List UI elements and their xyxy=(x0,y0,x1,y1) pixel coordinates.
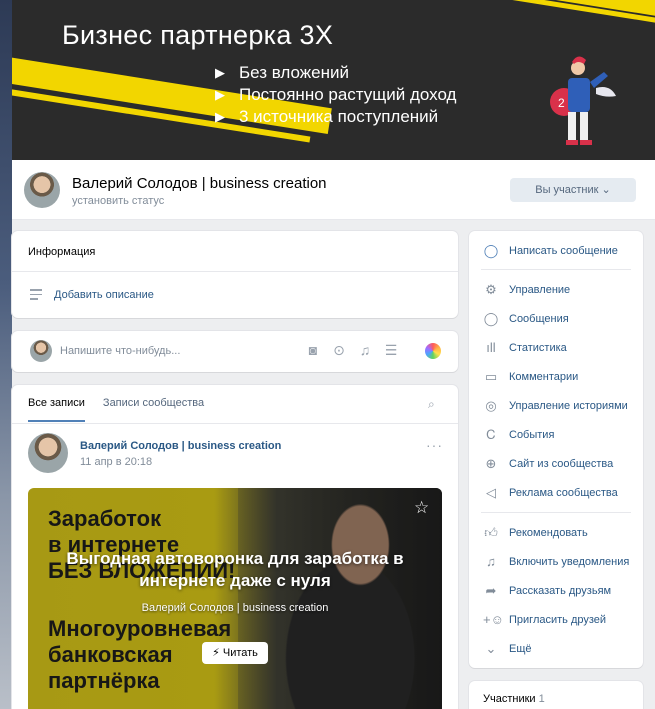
action-label: Реклама сообщества xyxy=(509,487,618,499)
message-icon: ◯ xyxy=(483,311,499,326)
svg-text:2: 2 xyxy=(558,96,565,110)
action-events[interactable]: Ꮯ События xyxy=(483,427,554,443)
action-ads[interactable]: ◁ Реклама сообщества xyxy=(483,485,618,501)
article-preview[interactable]: Заработок в интернете БЕЗ ВЛОЖЕНИЙ! Мног… xyxy=(28,488,442,709)
megaphone-icon: ◁ xyxy=(486,485,496,500)
members-label: Участники xyxy=(483,693,536,705)
composer-tools: ◙ ⊙ ♫ ☰ xyxy=(304,342,400,359)
write-message-link[interactable]: ◯ Написать сообщение xyxy=(483,243,618,259)
action-statistics[interactable]: ıll Статистика xyxy=(483,340,567,355)
more-options-icon[interactable]: ··· xyxy=(426,437,443,453)
action-label: Написать сообщение xyxy=(509,245,618,257)
user-avatar xyxy=(30,340,52,362)
community-header: Валерий Солодов | business creation уста… xyxy=(12,160,655,220)
wall-tabs: Все записи Записи сообщества xyxy=(28,397,204,422)
action-comments[interactable]: ▭ Комментарии xyxy=(483,369,578,385)
stories-icon: ◎ xyxy=(485,398,497,413)
chat-bubble-icon: ◯ xyxy=(483,243,499,258)
action-label: Комментарии xyxy=(509,371,579,383)
description-icon xyxy=(30,289,42,303)
action-share[interactable]: ➦ Рассказать друзьям xyxy=(483,583,612,599)
community-avatar[interactable] xyxy=(24,172,60,208)
action-invite[interactable]: +☺ Пригласить друзей xyxy=(483,612,606,627)
actions-sidebar: ◯ Написать сообщение ⚙ Управление ◯ Сообще… xyxy=(469,231,643,668)
read-article-button[interactable]: ⚡ Читать xyxy=(202,642,268,664)
post-author-link[interactable]: Валерий Солодов | business creation xyxy=(80,440,281,452)
tab-all-posts[interactable]: Все записи xyxy=(28,397,85,422)
divider xyxy=(481,269,631,270)
action-recommend[interactable]: 👍︎ Рекомендовать xyxy=(483,525,588,541)
text-icon[interactable]: ☰ xyxy=(382,342,400,359)
video-icon[interactable]: ⊙ xyxy=(330,342,348,359)
action-label: Управление историями xyxy=(509,400,628,412)
action-label: Статистика xyxy=(509,341,567,354)
members-card[interactable]: Участники 1 xyxy=(469,681,643,709)
action-stories[interactable]: ◎ Управление историями xyxy=(483,398,628,414)
post-input[interactable]: Напишите что-нибудь... xyxy=(60,345,180,357)
action-label: Рекомендовать xyxy=(509,527,588,539)
divider xyxy=(12,423,458,424)
action-label: Пригласить друзей xyxy=(509,613,607,626)
article-source: Валерий Солодов | business creation xyxy=(141,602,329,614)
add-description-link[interactable]: Добавить описание xyxy=(54,289,154,301)
action-label: Сайт из сообщества xyxy=(509,458,614,470)
post-composer: Напишите что-нибудь... ◙ ⊙ ♫ ☰ xyxy=(12,331,458,372)
members-heading: Участники 1 xyxy=(483,693,545,705)
chevron-down-icon: ⌄ xyxy=(485,641,497,656)
cover-bullet: Без вложений xyxy=(215,62,456,84)
members-count: 1 xyxy=(538,693,545,705)
action-notifications[interactable]: ♫ Включить уведомления xyxy=(483,554,629,569)
wall-feed: Все записи Записи сообщества ⌕ Валерий С… xyxy=(12,385,458,709)
background-strip xyxy=(0,0,12,709)
cover-illustration: 2 xyxy=(550,56,616,145)
action-more[interactable]: ⌄ Ещё xyxy=(483,641,532,657)
comment-icon: ▭ xyxy=(484,369,498,384)
info-heading: Информация xyxy=(28,246,96,258)
action-manage[interactable]: ⚙ Управление xyxy=(483,282,570,298)
action-messages[interactable]: ◯ Сообщения xyxy=(483,311,569,327)
search-icon[interactable]: ⌕ xyxy=(428,397,435,412)
cover-title: Бизнес партнерка 3Х xyxy=(62,20,334,50)
globe-icon: ⊕ xyxy=(485,456,497,471)
community-cover: Бизнес партнерка 3Х Без вложений Постоян… xyxy=(12,0,655,160)
thumbs-up-icon: 👍︎ xyxy=(484,525,498,540)
post-author-avatar[interactable] xyxy=(28,433,68,473)
tab-community-posts[interactable]: Записи сообщества xyxy=(103,397,204,422)
action-label: Сообщения xyxy=(509,313,569,325)
action-label: Включить уведомления xyxy=(509,555,630,568)
gear-icon: ⚙ xyxy=(485,282,497,297)
info-card: Информация Добавить описание xyxy=(12,231,458,318)
action-label: Ещё xyxy=(509,643,532,655)
action-site[interactable]: ⊕ Сайт из сообщества xyxy=(483,456,614,472)
color-picker-icon[interactable] xyxy=(425,343,441,359)
divider xyxy=(481,512,631,513)
divider xyxy=(12,271,458,272)
bookmark-star-icon[interactable]: ☆ xyxy=(414,498,429,518)
bell-icon: ♫ xyxy=(486,554,496,569)
add-person-icon: +☺ xyxy=(483,612,504,627)
music-icon[interactable]: ♫ xyxy=(356,342,374,359)
action-label: Рассказать друзьям xyxy=(509,585,612,597)
set-status-link[interactable]: установить статус xyxy=(72,195,164,207)
camera-icon[interactable]: ◙ xyxy=(304,342,322,359)
chart-icon: ıll xyxy=(486,340,496,355)
action-label: Управление xyxy=(509,284,571,296)
event-icon: Ꮯ xyxy=(486,427,496,442)
share-arrow-icon: ➦ xyxy=(485,583,497,598)
post-date[interactable]: 11 апр в 20:18 xyxy=(80,456,152,468)
action-label: События xyxy=(509,429,555,441)
cover-bullet: Постоянно растущий доход xyxy=(215,84,456,106)
member-status-button[interactable]: Вы участник ⌄ xyxy=(510,178,636,202)
article-headline: Выгодная автоворонка для заработка в инт… xyxy=(66,549,404,590)
cover-bullets: Без вложений Постоянно растущий доход 3 … xyxy=(215,62,456,128)
cover-bullet: 3 источника поступлений xyxy=(215,106,456,128)
community-name: Валерий Солодов | business creation xyxy=(72,175,327,192)
